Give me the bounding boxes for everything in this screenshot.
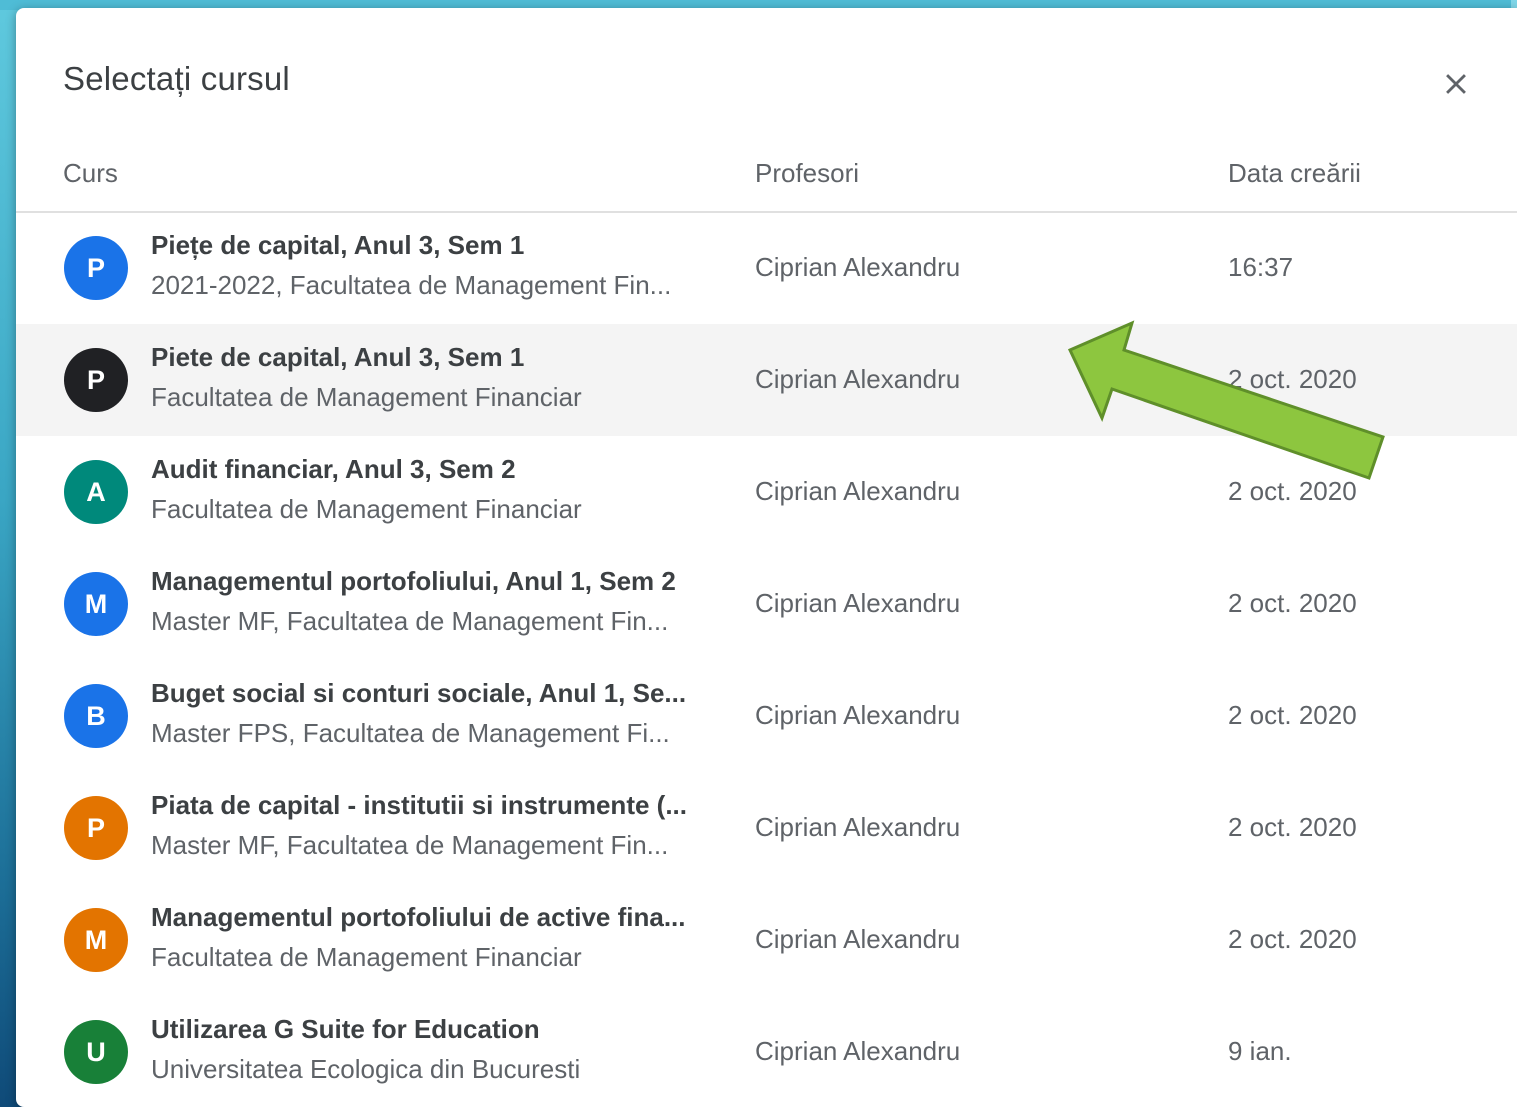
course-created-date: 16:37 xyxy=(1228,252,1294,282)
course-teacher: Ciprian Alexandru xyxy=(755,588,961,618)
course-section: Universitatea Ecologica din Bucuresti xyxy=(151,1054,581,1084)
course-section: 2021-2022, Facultatea de Management Fin.… xyxy=(151,270,672,300)
course-name: Utilizarea G Suite for Education xyxy=(151,1014,540,1044)
course-name: Audit financiar, Anul 3, Sem 2 xyxy=(151,454,516,484)
course-created-date: 2 oct. 2020 xyxy=(1228,924,1357,954)
course-row[interactable]: B Buget social si conturi sociale, Anul … xyxy=(16,660,1517,772)
course-name: Managementul portofoliului, Anul 1, Sem … xyxy=(151,566,676,596)
dialog-title: Selectați cursul xyxy=(63,60,290,97)
course-teacher: Ciprian Alexandru xyxy=(755,364,961,394)
course-name: Piete de capital, Anul 3, Sem 1 xyxy=(151,342,525,372)
course-created-date: 2 oct. 2020 xyxy=(1228,812,1357,842)
course-avatar: P xyxy=(64,236,128,300)
course-created-date: 2 oct. 2020 xyxy=(1228,364,1357,394)
column-header-course: Curs xyxy=(63,158,118,188)
course-section: Facultatea de Management Financiar xyxy=(151,494,582,524)
course-teacher: Ciprian Alexandru xyxy=(755,700,961,730)
course-row[interactable]: A Audit financiar, Anul 3, Sem 2 Faculta… xyxy=(16,436,1517,548)
course-created-date: 2 oct. 2020 xyxy=(1228,588,1357,618)
course-section: Master MF, Facultatea de Management Fin.… xyxy=(151,606,669,636)
course-teacher: Ciprian Alexandru xyxy=(755,1036,961,1066)
close-icon xyxy=(1446,74,1466,94)
column-header-teachers: Profesori xyxy=(755,158,860,188)
course-avatar: U xyxy=(64,1020,128,1084)
course-created-date: 2 oct. 2020 xyxy=(1228,700,1357,730)
course-teacher: Ciprian Alexandru xyxy=(755,924,961,954)
close-button[interactable] xyxy=(1430,58,1482,110)
course-created-date: 9 ian. xyxy=(1228,1036,1292,1066)
course-section: Facultatea de Management Financiar xyxy=(151,942,582,972)
course-created-date: 2 oct. 2020 xyxy=(1228,476,1357,506)
course-row[interactable]: P Piețe de capital, Anul 3, Sem 1 2021-2… xyxy=(16,212,1517,324)
course-avatar: B xyxy=(64,684,128,748)
course-avatar: M xyxy=(64,908,128,972)
course-avatar: P xyxy=(64,348,128,412)
course-avatar: A xyxy=(64,460,128,524)
course-row[interactable]: U Utilizarea G Suite for Education Unive… xyxy=(16,996,1517,1107)
course-name: Buget social si conturi sociale, Anul 1,… xyxy=(151,678,687,708)
course-name: Piețe de capital, Anul 3, Sem 1 xyxy=(151,230,525,260)
course-list: P Piețe de capital, Anul 3, Sem 1 2021-2… xyxy=(16,212,1517,1107)
course-avatar: M xyxy=(64,572,128,636)
table-header: Curs Profesori Data creării xyxy=(16,148,1517,213)
course-row[interactable]: P Piete de capital, Anul 3, Sem 1 Facult… xyxy=(16,324,1517,436)
course-teacher: Ciprian Alexandru xyxy=(755,476,961,506)
course-avatar: P xyxy=(64,796,128,860)
course-name: Piata de capital - institutii si instrum… xyxy=(151,790,687,820)
course-teacher: Ciprian Alexandru xyxy=(755,252,961,282)
course-row[interactable]: M Managementul portofoliului de active f… xyxy=(16,884,1517,996)
course-section: Facultatea de Management Financiar xyxy=(151,382,582,412)
course-name: Managementul portofoliului de active fin… xyxy=(151,902,686,932)
course-section: Master MF, Facultatea de Management Fin.… xyxy=(151,830,669,860)
column-header-created: Data creării xyxy=(1228,158,1361,188)
course-row[interactable]: P Piata de capital - institutii si instr… xyxy=(16,772,1517,884)
course-teacher: Ciprian Alexandru xyxy=(755,812,961,842)
select-course-dialog: Selectați cursul Curs Profesori Data cre… xyxy=(16,8,1517,1107)
course-section: Master FPS, Facultatea de Management Fi.… xyxy=(151,718,670,748)
course-row[interactable]: M Managementul portofoliului, Anul 1, Se… xyxy=(16,548,1517,660)
